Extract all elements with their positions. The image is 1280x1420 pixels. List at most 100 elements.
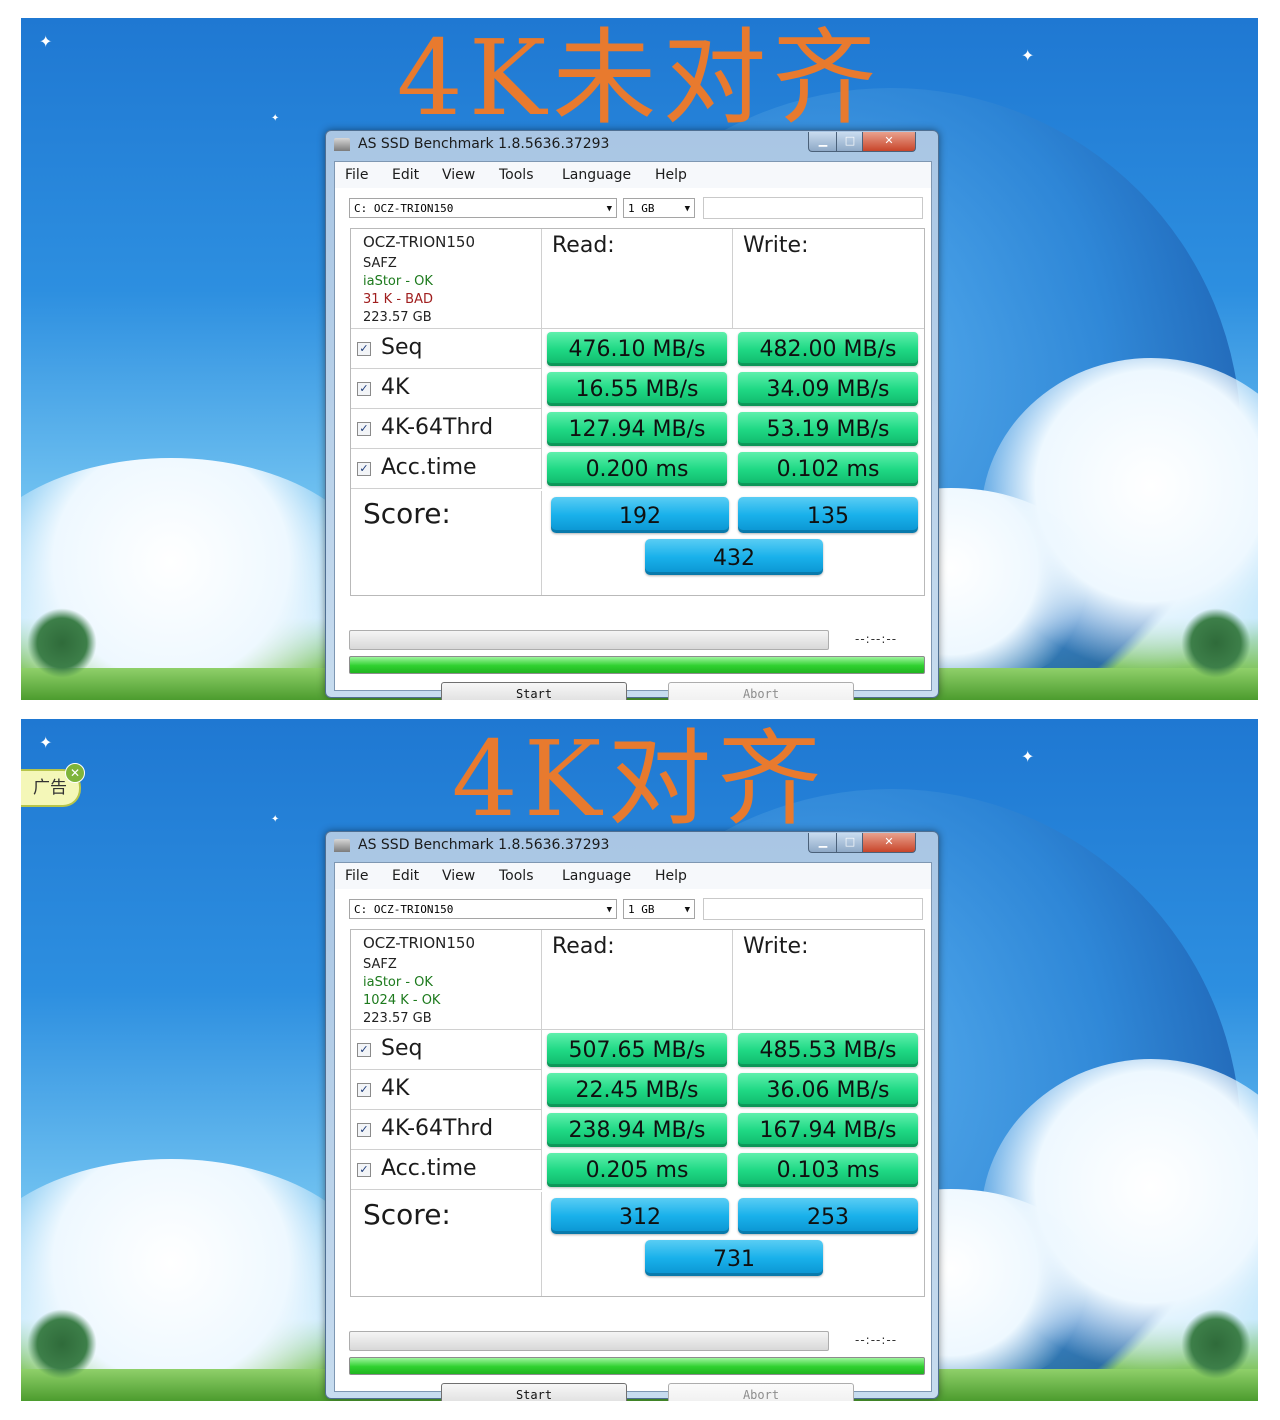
total-progress-bar [349, 656, 925, 674]
menu-tools[interactable]: Tools [499, 868, 534, 884]
score-write-value: 135 [738, 497, 918, 533]
results-grid: OCZ-TRION150 SAFZ iaStor - OK 1024 K - O… [350, 929, 925, 1297]
menu-edit[interactable]: Edit [392, 167, 419, 183]
info-capacity: 223.57 GB [363, 1011, 432, 1026]
row-label: 4K-64Thrd [381, 1116, 494, 1141]
4k-64thrd-checkbox[interactable]: ✓ [357, 1123, 371, 1137]
close-icon[interactable]: ✕ [862, 833, 916, 853]
seq-read-value: 507.65 MB/s [547, 1033, 727, 1067]
read-header-cell: Read: [542, 930, 733, 1030]
4k-read-value: 16.55 MB/s [547, 372, 727, 406]
menu-bar: File Edit View Tools Language Help [335, 162, 931, 188]
window-client: File Edit View Tools Language Help C: OC… [334, 862, 932, 1401]
drive-select[interactable]: C: OCZ-TRION150 ▼ [349, 198, 617, 218]
read-header: Read: [552, 934, 615, 959]
size-select[interactable]: 1 GB ▼ [623, 899, 695, 919]
acc-time-read-value: 0.200 ms [547, 452, 727, 486]
total-progress-bar [349, 1357, 925, 1375]
acc-time-checkbox[interactable]: ✓ [357, 462, 371, 476]
drive-info-cell: OCZ-TRION150 SAFZ iaStor - OK 31 K - BAD… [351, 229, 542, 329]
menu-language[interactable]: Language [562, 167, 631, 183]
size-select[interactable]: 1 GB ▼ [623, 198, 695, 218]
info-alignment: 1024 K - OK [363, 993, 441, 1008]
row-label: 4K [381, 375, 410, 400]
4k-checkbox[interactable]: ✓ [357, 382, 371, 396]
row-acc-time: ✓ Acc.time [351, 1150, 542, 1190]
maximize-icon[interactable]: □ [836, 132, 864, 152]
abort-button[interactable]: Abort [668, 1383, 854, 1401]
app-window: AS SSD Benchmark 1.8.5636.37293 ▁ □ ✕ Fi… [325, 831, 939, 1401]
drive-icon [334, 839, 350, 852]
info-model: OCZ-TRION150 [363, 233, 475, 251]
dropdown-arrow-icon: ▼ [684, 905, 690, 915]
score-read-value: 312 [551, 1198, 729, 1234]
close-icon[interactable]: ✕ [862, 132, 916, 152]
app-window: AS SSD Benchmark 1.8.5636.37293 ▁ □ ✕ Fi… [325, 130, 939, 700]
minimize-icon[interactable]: ▁ [808, 132, 838, 152]
status-textbox[interactable] [703, 197, 923, 219]
results-grid: OCZ-TRION150 SAFZ iaStor - OK 31 K - BAD… [350, 228, 925, 596]
4k-64thrd-write-value: 53.19 MB/s [738, 412, 918, 446]
tree [1181, 608, 1251, 678]
row-label: Seq [381, 335, 423, 360]
info-driver: iaStor - OK [363, 274, 433, 289]
elapsed-time: --:--:-- [855, 1333, 898, 1347]
4k-64thrd-write-value: 167.94 MB/s [738, 1113, 918, 1147]
seq-checkbox[interactable]: ✓ [357, 342, 371, 356]
menu-tools[interactable]: Tools [499, 167, 534, 183]
score-total-value: 432 [645, 539, 823, 575]
row-label: Acc.time [381, 1156, 477, 1181]
title-bar[interactable]: AS SSD Benchmark 1.8.5636.37293 ▁ □ ✕ [326, 131, 938, 159]
row-4k-64thrd: ✓ 4K-64Thrd [351, 1110, 542, 1150]
menu-edit[interactable]: Edit [392, 868, 419, 884]
acc-time-checkbox[interactable]: ✓ [357, 1163, 371, 1177]
read-header: Read: [552, 233, 615, 258]
status-textbox[interactable] [703, 898, 923, 920]
info-alignment: 31 K - BAD [363, 292, 433, 307]
seq-checkbox[interactable]: ✓ [357, 1043, 371, 1057]
banner-title: 4K未对齐 [396, 18, 883, 139]
minimize-icon[interactable]: ▁ [808, 833, 838, 853]
window-client: File Edit View Tools Language Help C: OC… [334, 161, 932, 700]
score-label: Score: [363, 1198, 451, 1231]
write-header: Write: [743, 233, 809, 258]
4k-64thrd-read-value: 238.94 MB/s [547, 1113, 727, 1147]
info-capacity: 223.57 GB [363, 310, 432, 325]
row-seq: ✓ Seq [351, 1030, 542, 1070]
4k-write-value: 34.09 MB/s [738, 372, 918, 406]
menu-bar: File Edit View Tools Language Help [335, 863, 931, 889]
test-progress-bar [349, 630, 829, 650]
info-driver: iaStor - OK [363, 975, 433, 990]
row-4k: ✓ 4K [351, 369, 542, 409]
menu-file[interactable]: File [345, 868, 368, 884]
4k-checkbox[interactable]: ✓ [357, 1083, 371, 1097]
menu-view[interactable]: View [442, 868, 475, 884]
size-select-value: 1 GB [628, 903, 655, 916]
abort-button[interactable]: Abort [668, 682, 854, 700]
window-title: AS SSD Benchmark 1.8.5636.37293 [358, 837, 610, 853]
desktop-panel-aligned: ✦ ✦ ✦ 广告 ✕ 4K对齐 AS SSD Benchmark 1.8.563… [21, 719, 1258, 1401]
drive-icon [334, 138, 350, 151]
row-label: Acc.time [381, 455, 477, 480]
acc-time-read-value: 0.205 ms [547, 1153, 727, 1187]
score-total-value: 731 [645, 1240, 823, 1276]
start-button[interactable]: Start [441, 1383, 627, 1401]
4k-64thrd-checkbox[interactable]: ✓ [357, 422, 371, 436]
tree [1181, 1309, 1251, 1379]
maximize-icon[interactable]: □ [836, 833, 864, 853]
4k-write-value: 36.06 MB/s [738, 1073, 918, 1107]
drive-select[interactable]: C: OCZ-TRION150 ▼ [349, 899, 617, 919]
menu-help[interactable]: Help [655, 868, 687, 884]
score-label: Score: [363, 497, 451, 530]
menu-language[interactable]: Language [562, 868, 631, 884]
write-header-cell: Write: [733, 229, 924, 329]
start-button[interactable]: Start [441, 682, 627, 700]
menu-file[interactable]: File [345, 167, 368, 183]
seq-write-value: 485.53 MB/s [738, 1033, 918, 1067]
row-acc-time: ✓ Acc.time [351, 449, 542, 489]
title-bar[interactable]: AS SSD Benchmark 1.8.5636.37293 ▁ □ ✕ [326, 832, 938, 860]
drive-info-cell: OCZ-TRION150 SAFZ iaStor - OK 1024 K - O… [351, 930, 542, 1030]
size-select-value: 1 GB [628, 202, 655, 215]
menu-view[interactable]: View [442, 167, 475, 183]
menu-help[interactable]: Help [655, 167, 687, 183]
